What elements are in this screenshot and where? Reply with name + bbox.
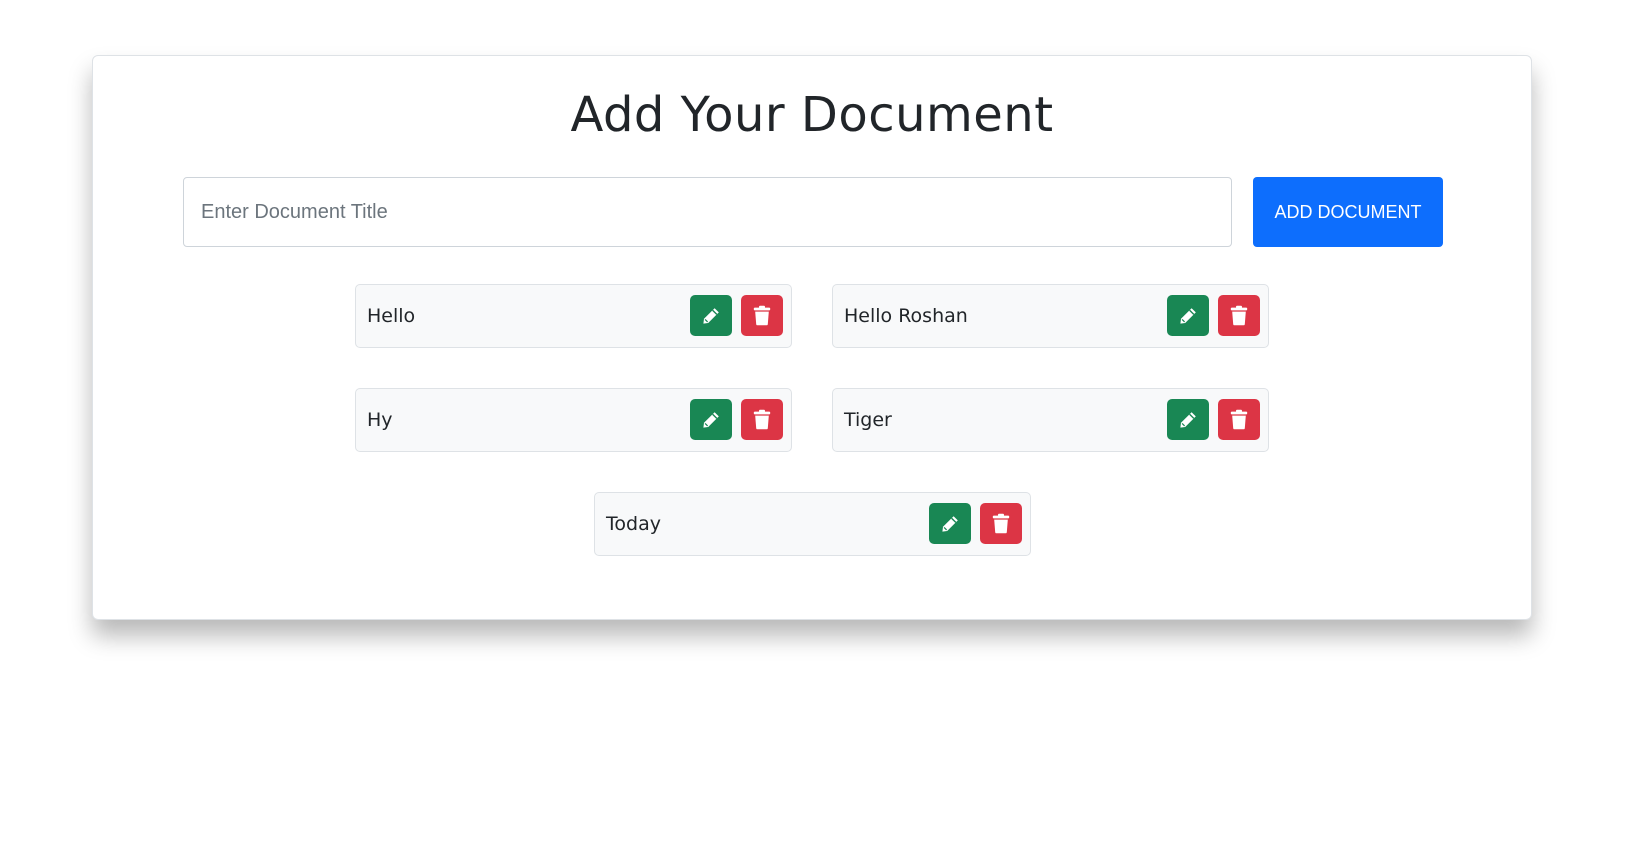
document-title: Tiger: [844, 409, 892, 431]
delete-button[interactable]: [741, 295, 783, 336]
document-title-input[interactable]: [183, 177, 1232, 247]
document-item: Hy: [355, 388, 792, 452]
trash-icon: [1230, 305, 1248, 326]
document-title: Hello: [367, 305, 416, 327]
pencil-icon: [703, 307, 719, 324]
document-title: Today: [606, 513, 661, 535]
edit-button[interactable]: [929, 503, 971, 544]
pencil-icon: [942, 515, 958, 532]
delete-button[interactable]: [741, 399, 783, 440]
delete-button[interactable]: [1218, 295, 1260, 336]
trash-icon: [753, 305, 771, 326]
edit-button[interactable]: [1167, 399, 1209, 440]
delete-button[interactable]: [980, 503, 1022, 544]
edit-button[interactable]: [1167, 295, 1209, 336]
document-title: Hello Roshan: [844, 305, 968, 327]
edit-button[interactable]: [690, 399, 732, 440]
add-document-button[interactable]: ADD DOCUMENT: [1253, 177, 1443, 247]
pencil-icon: [1180, 411, 1196, 428]
trash-icon: [1230, 409, 1248, 430]
delete-button[interactable]: [1218, 399, 1260, 440]
trash-icon: [992, 513, 1010, 534]
pencil-icon: [703, 411, 719, 428]
document-card: Add Your Document ADD DOCUMENT Hello Hel…: [92, 55, 1532, 620]
edit-button[interactable]: [690, 295, 732, 336]
pencil-icon: [1180, 307, 1196, 324]
document-item: Hello Roshan: [832, 284, 1269, 348]
document-item: Today: [594, 492, 1031, 556]
document-title: Hy: [367, 409, 393, 431]
document-item: Hello: [355, 284, 792, 348]
page-title: Add Your Document: [570, 87, 1054, 143]
trash-icon: [753, 409, 771, 430]
document-item: Tiger: [832, 388, 1269, 452]
